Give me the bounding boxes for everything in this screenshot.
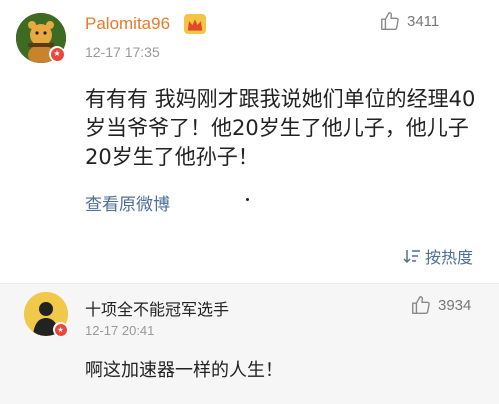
comment-content: 有有有 我妈刚才跟我说她们单位的经理40岁当爷爷了！他20岁生了他儿子，他儿子2… <box>85 87 476 169</box>
sort-label: 按热度 <box>425 248 474 267</box>
comment-card: ★ Palomita96 12-17 17:35 3411 有有有 我妈刚才跟我… <box>0 0 499 283</box>
view-original-link[interactable]: 查看原微博 <box>85 190 170 215</box>
reply-timestamp: 12-17 20:41 <box>85 323 155 338</box>
reply-like-count: 3934 <box>438 296 472 314</box>
dot-marker <box>246 198 249 201</box>
reply-like-button[interactable]: 3934 <box>410 294 471 316</box>
timestamp: 12-17 17:35 <box>85 44 160 60</box>
sort-icon <box>403 250 420 264</box>
like-button[interactable]: 3411 <box>379 10 439 32</box>
thumbs-up-icon <box>381 12 399 30</box>
sort-by-hot-button[interactable]: 按热度 <box>403 244 473 268</box>
crown-icon <box>184 14 206 34</box>
verified-badge-icon: ★ <box>49 46 65 62</box>
username[interactable]: Palomita96 <box>85 14 170 34</box>
reply-content: 啊这加速器一样的人生！ <box>85 360 283 381</box>
verified-badge-icon: ★ <box>53 322 68 337</box>
like-count: 3411 <box>407 12 440 30</box>
reply-username[interactable]: 十项全不能冠军选手 <box>85 296 229 320</box>
thumbs-up-icon <box>412 296 430 314</box>
